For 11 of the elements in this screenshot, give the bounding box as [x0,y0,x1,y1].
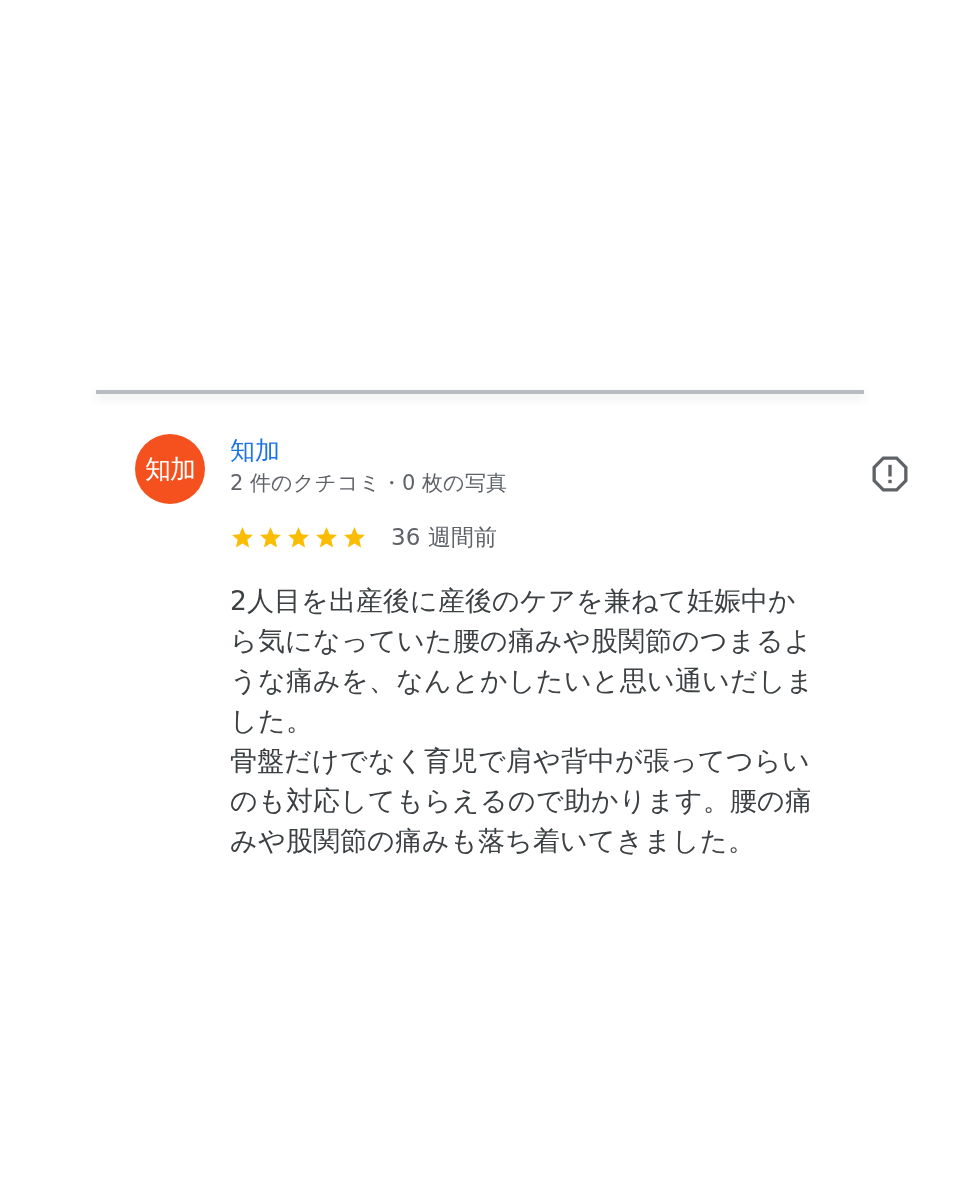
review-text: 2人目を出産後に産後のケアを兼ねて妊娠中から気になっていた腰の痛みや股関節のつまるような痛みを、なんとかしたいと思い通いだしました。 骨盤だけでなく育児で肩や背中が張ってつらいのも対応してもらえるので助かります。腰の痛みや股関節の痛みも落ち着いてきました。 [230,583,815,858]
star-icon [314,524,339,550]
star-icon [342,524,367,550]
review-stats: 2 件のクチコミ・0 枚の写真 [230,470,508,497]
author-name[interactable]: 知加 [230,434,508,468]
avatar: 知加 [135,434,205,504]
star-icon [258,524,283,550]
star-icon [286,524,311,550]
star-icon [230,524,255,550]
report-icon[interactable] [870,454,910,494]
review-time: 36 週間前 [391,523,497,552]
